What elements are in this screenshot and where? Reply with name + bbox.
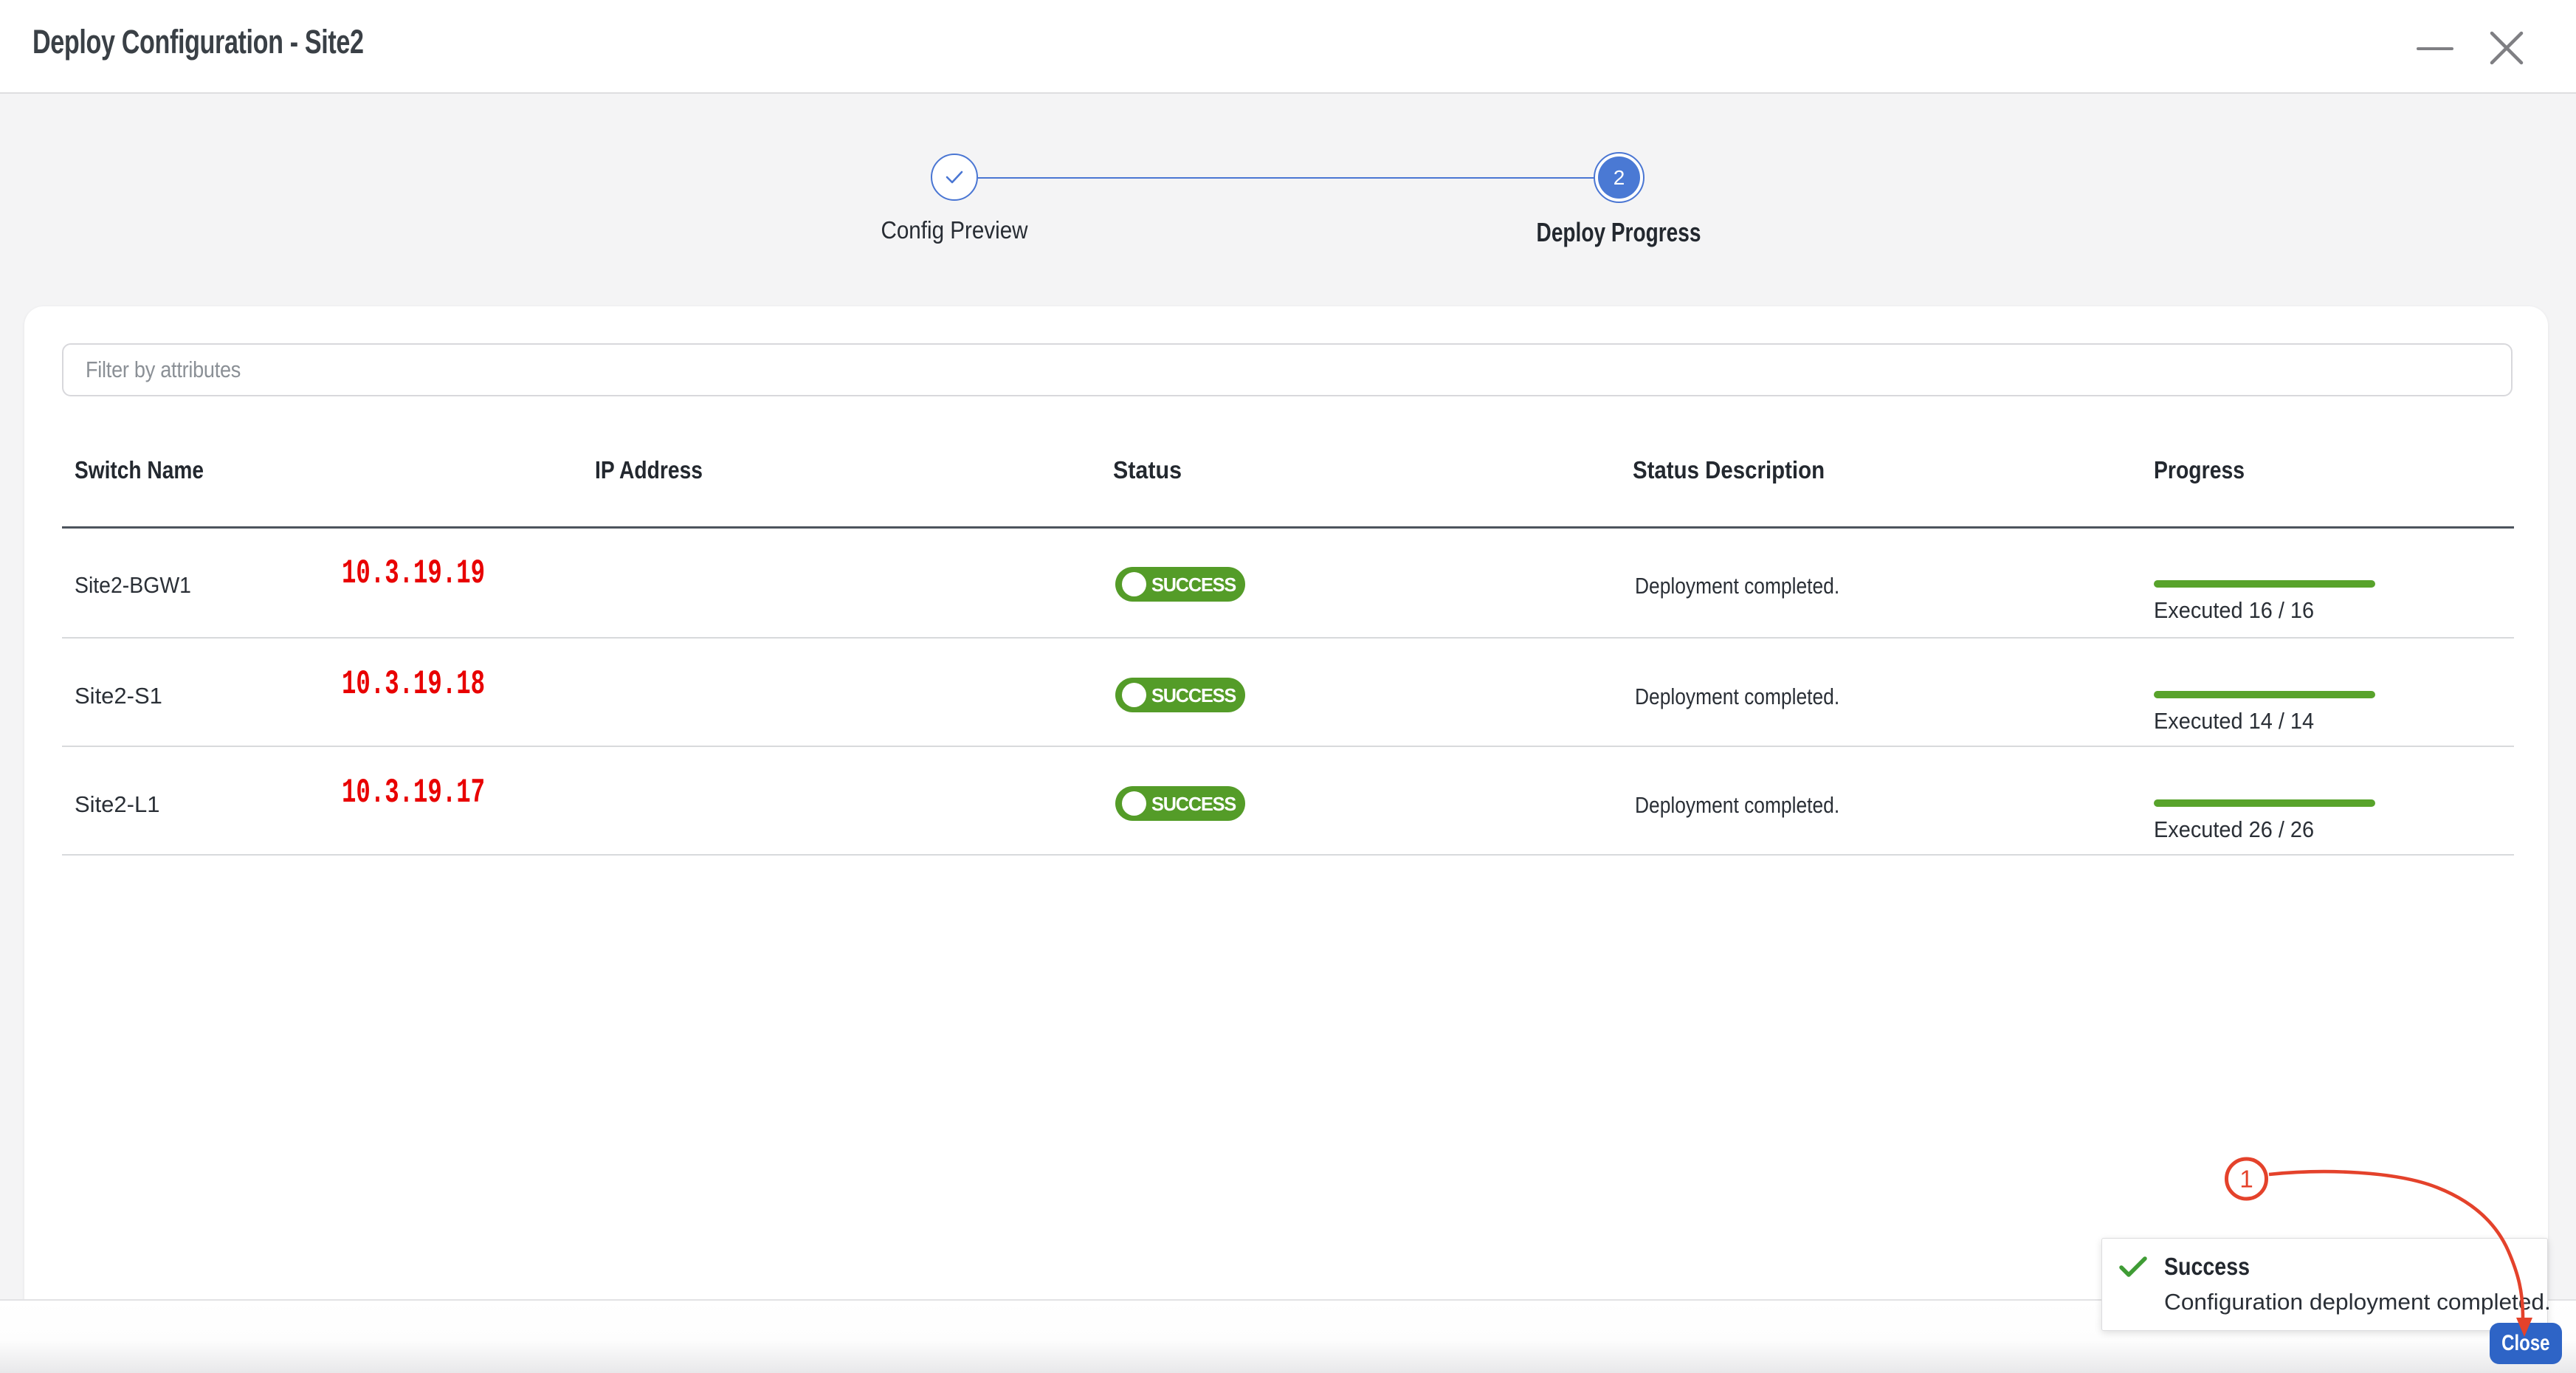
- svg-text:1: 1: [2239, 1166, 2253, 1193]
